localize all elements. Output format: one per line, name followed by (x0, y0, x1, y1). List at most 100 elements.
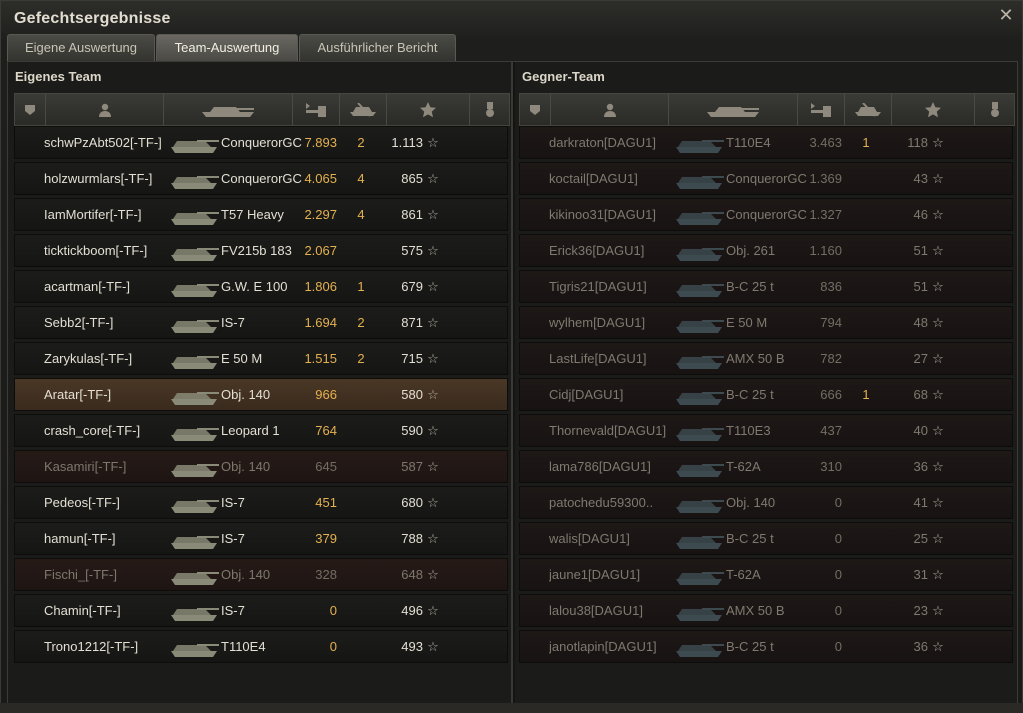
medal-icon[interactable] (470, 94, 509, 125)
table-row[interactable]: Kasamiri[-TF-] Obj. 140 645 587 ☆ (14, 450, 508, 483)
xp-icon[interactable] (387, 94, 470, 125)
table-row[interactable]: acartman[-TF-] G.W. E 100 1.806 1 679 ☆ (14, 270, 508, 303)
tank-icon (672, 127, 730, 158)
tank-icon (672, 199, 730, 230)
table-row[interactable]: Erick36[DAGU1] Obj. 261 1.160 51 ☆ (519, 234, 1013, 267)
player-icon[interactable] (46, 94, 164, 125)
tank-icon[interactable] (669, 94, 798, 125)
tank-icon[interactable] (164, 94, 293, 125)
enemy-team-column-header (519, 93, 1015, 126)
star-icon: ☆ (932, 207, 944, 222)
damage-icon[interactable] (798, 94, 845, 125)
table-row[interactable]: jaune1[DAGU1] T-62A 0 31 ☆ (519, 558, 1013, 591)
table-row[interactable]: schwPzAbt502[-TF-] ConquerorGC 7.893 2 1.113… (14, 126, 508, 159)
table-row[interactable]: Thornevald[DAGU1] T110E3 437 40 ☆ (519, 414, 1013, 447)
xp-icon[interactable] (892, 94, 975, 125)
table-row[interactable]: janotlapin[DAGU1] B-C 25 t 0 36 ☆ (519, 630, 1013, 663)
kills-value (349, 559, 373, 590)
kills-value (854, 415, 878, 446)
tank-icon (672, 307, 730, 338)
table-row[interactable]: patochedu59300.. Obj. 140 0 41 ☆ (519, 486, 1013, 519)
player-name: Sebb2[-TF-] (44, 315, 114, 330)
tab-team-auswertung[interactable]: Team-Auswertung (156, 34, 298, 61)
tank-name: IS-7 (221, 315, 245, 330)
table-row[interactable]: Tigris21[DAGU1] B-C 25 t 836 51 ☆ (519, 270, 1013, 303)
table-row[interactable]: darkraton[DAGU1] T110E4 3.463 1 118 ☆ (519, 126, 1013, 159)
xp-value: 36 (913, 639, 928, 654)
table-row[interactable]: ticktickboom[-TF-] FV215b 183 2.067 575 ☆ (14, 234, 508, 267)
kills-value (854, 559, 878, 590)
kills-value (349, 487, 373, 518)
kills-value (854, 451, 878, 482)
table-row[interactable]: Fischi_[-TF-] Obj. 140 328 648 ☆ (14, 558, 508, 591)
xp-value: 48 (913, 315, 928, 330)
damage-icon[interactable] (293, 94, 340, 125)
tab-ausfuehrlicher-bericht[interactable]: Ausführlicher Bericht (299, 34, 456, 61)
table-row[interactable]: Cidj[DAGU1] B-C 25 t 666 1 68 ☆ (519, 378, 1013, 411)
tank-name: B-C 25 t (726, 387, 774, 402)
tank-icon (167, 307, 225, 338)
tank-name: FV215b 183 (221, 243, 292, 258)
xp-value: 871 (401, 315, 423, 330)
table-row[interactable]: koctail[DAGU1] ConquerorGC 1.369 43 ☆ (519, 162, 1013, 195)
xp-value: 118 (907, 135, 928, 150)
table-row[interactable]: LastLife[DAGU1] AMX 50 B 782 27 ☆ (519, 342, 1013, 375)
kills-icon[interactable] (340, 94, 387, 125)
tank-name: T110E4 (221, 639, 266, 654)
star-icon: ☆ (932, 135, 944, 150)
table-row[interactable]: Pedeos[-TF-] IS-7 451 680 ☆ (14, 486, 508, 519)
table-row[interactable]: lalou38[DAGU1] AMX 50 B 0 23 ☆ (519, 594, 1013, 627)
xp-value: 51 (913, 279, 928, 294)
tank-icon (672, 379, 730, 410)
tank-name: B-C 25 t (726, 639, 774, 654)
player-name: Kasamiri[-TF-] (44, 459, 127, 474)
medal-icon[interactable] (975, 94, 1014, 125)
xp-value: 36 (913, 459, 928, 474)
tank-name: ConquerorGC (221, 171, 302, 186)
table-row[interactable]: crash_core[-TF-] Leopard 1 764 590 ☆ (14, 414, 508, 447)
table-row[interactable]: Chamin[-TF-] IS-7 0 496 ☆ (14, 594, 508, 627)
kills-value (349, 523, 373, 554)
kills-icon[interactable] (845, 94, 892, 125)
player-icon[interactable] (551, 94, 669, 125)
player-name: schwPzAbt502[-TF-] (44, 135, 162, 150)
table-row[interactable]: kikinoo31[DAGU1] ConquerorGC 1.327 46 ☆ (519, 198, 1013, 231)
kills-value (854, 271, 878, 302)
damage-value: 0 (834, 639, 842, 654)
table-row[interactable]: Trono1212[-TF-] T110E4 0 493 ☆ (14, 630, 508, 663)
kills-value: 2 (357, 135, 365, 150)
table-row[interactable]: Sebb2[-TF-] IS-7 1.694 2 871 ☆ (14, 306, 508, 339)
damage-value: 0 (834, 531, 842, 546)
xp-value: 43 (913, 171, 928, 186)
table-row[interactable]: Aratar[-TF-] Obj. 140 966 580 ☆ (14, 378, 508, 411)
damage-value: 3.463 (809, 135, 842, 150)
table-row[interactable]: holzwurmlars[-TF-] ConquerorGC 4.065 4 865 ☆ (14, 162, 508, 195)
player-name: holzwurmlars[-TF-] (44, 171, 153, 186)
tank-name: Obj. 261 (726, 243, 776, 258)
close-icon[interactable]: ✕ (998, 6, 1014, 24)
table-row[interactable]: Zarykulas[-TF-] E 50 M 1.515 2 715 ☆ (14, 342, 508, 375)
star-icon: ☆ (427, 567, 439, 582)
table-row[interactable]: wylhem[DAGU1] E 50 M 794 48 ☆ (519, 306, 1013, 339)
kills-value: 4 (357, 207, 365, 222)
platoon-icon[interactable] (520, 94, 551, 125)
tank-icon (672, 631, 730, 662)
xp-value: 46 (913, 207, 928, 222)
tank-name: G.W. E 100 (221, 279, 288, 294)
damage-value: 0 (329, 603, 337, 618)
tank-name: IS-7 (221, 531, 245, 546)
table-row[interactable]: IamMortifer[-TF-] T57 Heavy 2.297 4 861 ☆ (14, 198, 508, 231)
table-row[interactable]: walis[DAGU1] B-C 25 t 0 25 ☆ (519, 522, 1013, 555)
tank-name: Obj. 140 (726, 495, 776, 510)
damage-value: 0 (834, 603, 842, 618)
table-row[interactable]: lama786[DAGU1] T-62A 310 36 ☆ (519, 450, 1013, 483)
tank-name: Obj. 140 (221, 387, 271, 402)
tab-eigene-auswertung[interactable]: Eigene Auswertung (7, 34, 155, 61)
kills-value (854, 487, 878, 518)
damage-value: 310 (820, 459, 842, 474)
xp-value: 496 (401, 603, 423, 618)
xp-value: 590 (401, 423, 423, 438)
platoon-icon[interactable] (15, 94, 46, 125)
kills-value (854, 631, 878, 662)
table-row[interactable]: hamun[-TF-] IS-7 379 788 ☆ (14, 522, 508, 555)
